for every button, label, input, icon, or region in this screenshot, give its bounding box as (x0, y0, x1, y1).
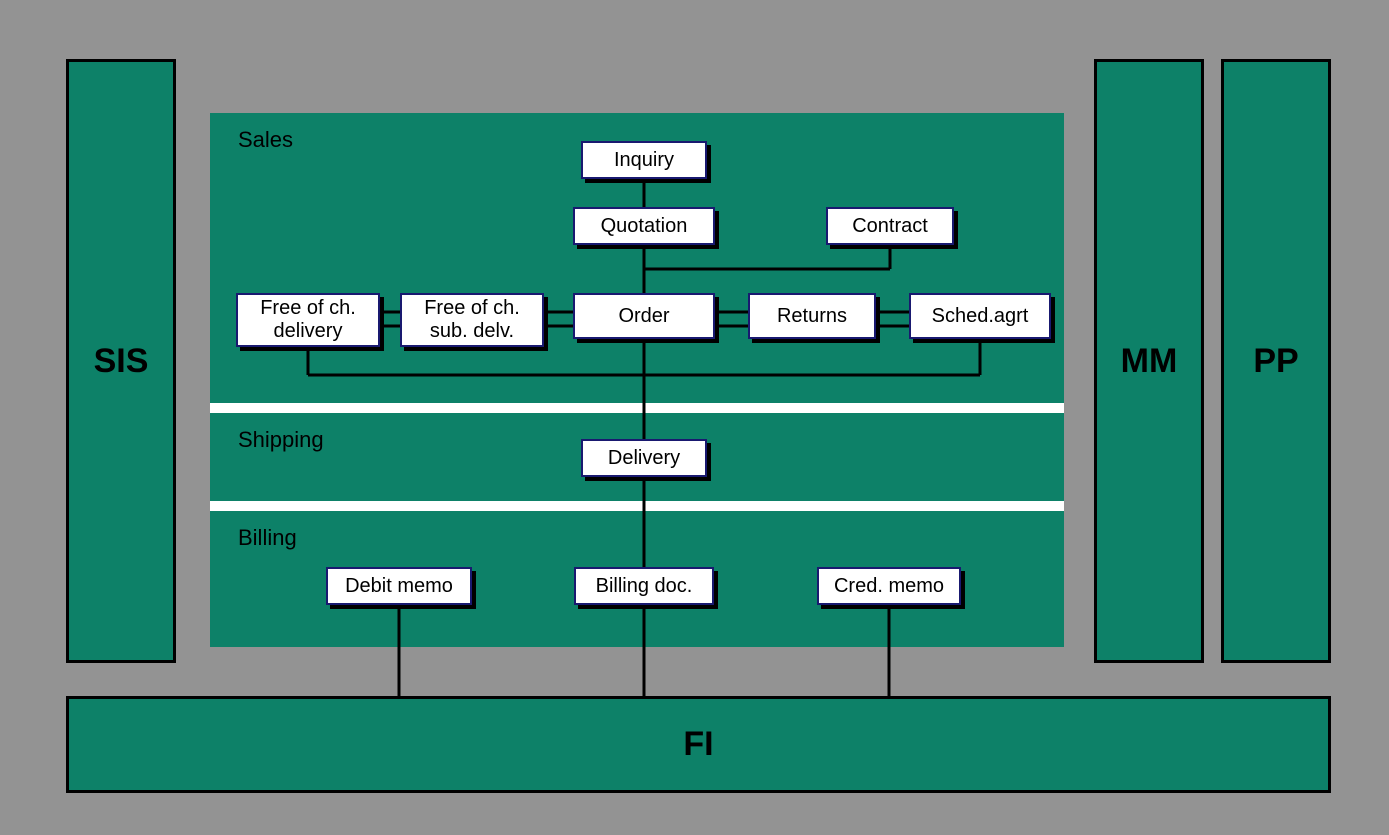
module-pp: PP (1221, 59, 1331, 663)
node-contract-label: Contract (852, 215, 928, 238)
module-sis-label: SIS (94, 342, 149, 381)
node-order-label: Order (618, 305, 669, 328)
node-free-sub-delv-label: Free of ch. sub. delv. (424, 297, 520, 343)
node-order: Order (573, 293, 715, 339)
node-quotation-label: Quotation (601, 215, 688, 238)
node-inquiry-label: Inquiry (614, 149, 674, 172)
section-shipping-label: Shipping (238, 427, 324, 453)
node-delivery: Delivery (581, 439, 707, 477)
node-contract: Contract (826, 207, 954, 245)
node-billing-doc-label: Billing doc. (596, 575, 693, 598)
module-fi: FI (66, 696, 1331, 793)
node-free-sub-delv: Free of ch. sub. delv. (400, 293, 544, 347)
section-billing-label: Billing (238, 525, 297, 551)
module-pp-label: PP (1253, 342, 1298, 381)
module-mm: MM (1094, 59, 1204, 663)
node-cred-memo: Cred. memo (817, 567, 961, 605)
node-debit-memo-label: Debit memo (345, 575, 453, 598)
node-inquiry: Inquiry (581, 141, 707, 179)
node-free-delivery-label: Free of ch. delivery (260, 297, 356, 343)
node-sched-agrt: Sched.agrt (909, 293, 1051, 339)
node-returns: Returns (748, 293, 876, 339)
module-fi-label: FI (683, 725, 713, 764)
node-cred-memo-label: Cred. memo (834, 575, 944, 598)
process-diagram: Sales Shipping Billing (210, 113, 1064, 647)
module-sis: SIS (66, 59, 176, 663)
node-billing-doc: Billing doc. (574, 567, 714, 605)
node-quotation: Quotation (573, 207, 715, 245)
node-sched-agrt-label: Sched.agrt (932, 305, 1029, 328)
node-delivery-label: Delivery (608, 447, 680, 470)
section-sales-label: Sales (238, 127, 293, 153)
node-returns-label: Returns (777, 305, 847, 328)
node-debit-memo: Debit memo (326, 567, 472, 605)
node-free-delivery: Free of ch. delivery (236, 293, 380, 347)
module-mm-label: MM (1121, 342, 1178, 381)
